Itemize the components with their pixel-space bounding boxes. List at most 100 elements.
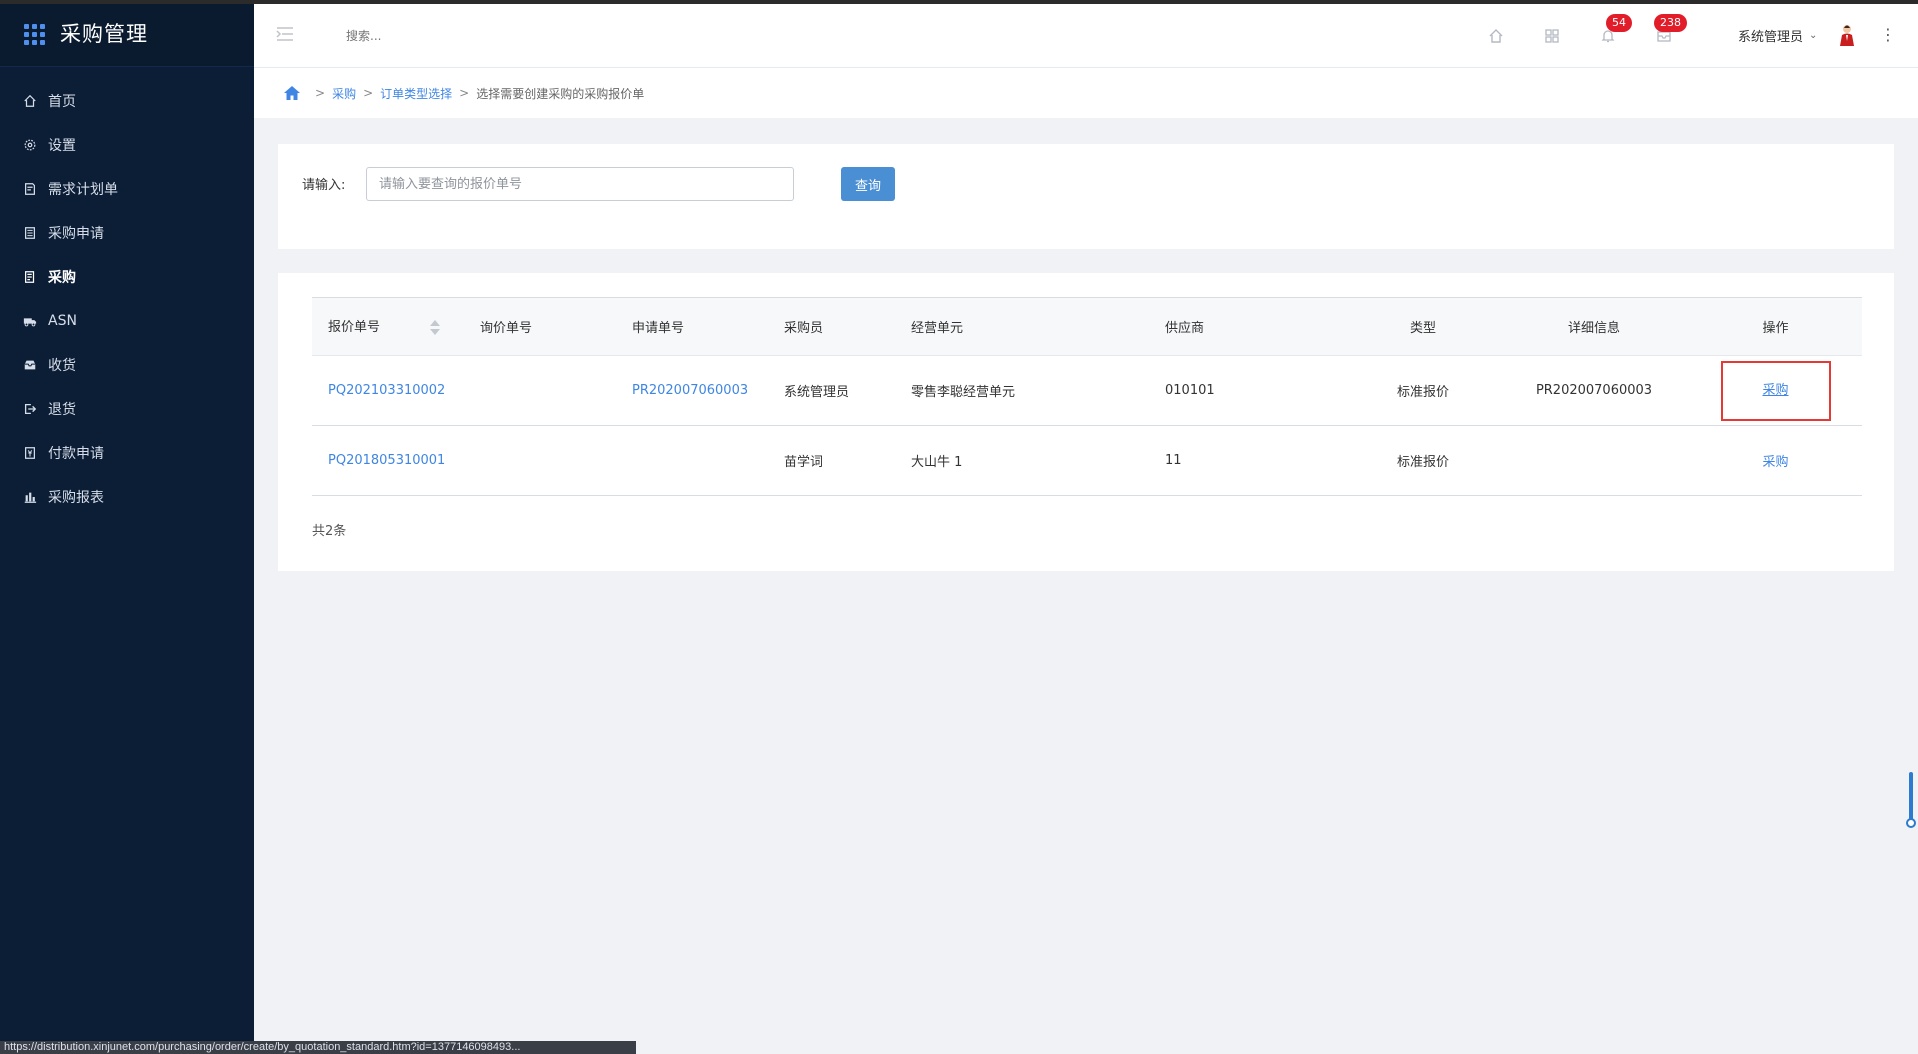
more-vertical-icon[interactable]: ⋮ [1880, 26, 1896, 46]
avatar[interactable] [1838, 23, 1856, 47]
sidebar-item-label: 付款申请 [48, 446, 104, 462]
notifications-badge: 54 [1606, 14, 1632, 32]
breadcrumb-order-type[interactable]: 订单类型选择 [380, 85, 452, 102]
sidebar-item-settings[interactable]: 设置 [0, 123, 254, 167]
app-title: 采购管理 [60, 22, 148, 46]
quote-no-link[interactable]: PQ202103310002 [312, 355, 464, 426]
payment-icon [22, 445, 38, 461]
sidebar-item-asn[interactable]: ASN [0, 299, 254, 343]
sidebar-item-return[interactable]: 退货 [0, 387, 254, 431]
column-header-detail: 详细信息 [1499, 297, 1689, 356]
sidebar-item-purchase-report[interactable]: 采购报表 [0, 475, 254, 519]
quotation-table-panel: 报价单号 询价单号 申请单号 采购员 经营单元 供应商 类型 详细信息 操作 P… [278, 273, 1894, 571]
business-unit-cell: 大山牛 1 [895, 425, 1149, 496]
list-icon [22, 225, 38, 241]
sidebar-item-receive[interactable]: 收货 [0, 343, 254, 387]
quotation-table: 报价单号 询价单号 申请单号 采购员 经营单元 供应商 类型 详细信息 操作 P… [312, 297, 1862, 496]
quote-number-search-input[interactable] [366, 167, 794, 201]
column-header-inquiry-no: 询价单号 [464, 297, 616, 356]
header-search-input[interactable] [346, 24, 546, 48]
column-header-action: 操作 [1689, 297, 1862, 356]
cart-doc-icon [22, 269, 38, 285]
inquiry-no-cell [464, 425, 616, 496]
sidebar-item-label: 采购申请 [48, 226, 104, 242]
breadcrumb-current: 选择需要创建采购的采购报价单 [476, 86, 645, 101]
sidebar-item-label: 采购报表 [48, 490, 104, 506]
column-header-request-no: 申请单号 [616, 297, 768, 356]
status-bar-url: https://distribution.xinjunet.com/purcha… [0, 1041, 636, 1054]
search-panel: 请输入: 查询 [278, 144, 1894, 249]
purchase-action-link[interactable]: 采购 [1762, 383, 1788, 398]
column-header-buyer: 采购员 [768, 297, 895, 356]
detail-cell [1499, 425, 1689, 496]
sidebar-item-purchase-request[interactable]: 采购申请 [0, 211, 254, 255]
home-icon[interactable] [284, 86, 300, 100]
breadcrumb: > 采购 > 订单类型选择 > 选择需要创建采购的采购报价单 [254, 68, 1918, 118]
request-no-link[interactable] [616, 425, 768, 496]
breadcrumb-separator: > [459, 86, 470, 100]
sidebar-item-label: 设置 [48, 138, 76, 154]
sidebar-item-label: 首页 [48, 94, 76, 110]
sidebar-item-label: 采购 [48, 270, 76, 286]
request-no-link[interactable]: PR202007060003 [616, 355, 768, 426]
purchase-action-link[interactable]: 采购 [1762, 455, 1788, 470]
sidebar: 采购管理 首页 设置 需求计划单 采购申请 采购 ASN 收货 退货 付款申请 … [0, 0, 254, 1054]
business-unit-cell: 零售李聪经营单元 [895, 355, 1149, 426]
action-cell: 采购 [1689, 425, 1862, 496]
column-header-type: 类型 [1347, 297, 1499, 356]
table-row: PQ201805310001 苗学词 大山牛 1 11 标准报价 采购 [312, 425, 1862, 496]
sidebar-item-demand-plan[interactable]: 需求计划单 [0, 167, 254, 211]
column-header-supplier: 供应商 [1149, 297, 1347, 356]
sidebar-item-label: 收货 [48, 358, 76, 374]
home-icon [22, 93, 38, 109]
sidebar-item-label: 需求计划单 [48, 182, 118, 198]
return-icon [22, 401, 38, 417]
column-header-quote-no[interactable]: 报价单号 [312, 297, 464, 356]
home-icon[interactable] [1486, 26, 1506, 46]
buyer-cell: 系统管理员 [768, 355, 895, 426]
truck-icon [22, 313, 38, 329]
chevron-down-icon: ⌄ [1809, 30, 1818, 41]
table-row: PQ202103310002 PR202007060003 系统管理员 零售李聪… [312, 355, 1862, 426]
inbox-icon [22, 357, 38, 373]
detail-cell: PR202007060003 [1499, 355, 1689, 426]
app-logo[interactable]: 采购管理 [0, 0, 254, 67]
type-cell: 标准报价 [1347, 425, 1499, 496]
apps-grid-icon [24, 22, 46, 45]
breadcrumb-separator: > [315, 86, 326, 100]
buyer-cell: 苗学词 [768, 425, 895, 496]
messages-badge: 238 [1654, 14, 1687, 32]
breadcrumb-purchase[interactable]: 采购 [332, 85, 356, 102]
quote-no-link[interactable]: PQ201805310001 [312, 425, 464, 496]
sidebar-item-label: ASN [48, 313, 77, 329]
column-header-label: 报价单号 [328, 320, 381, 336]
inquiry-no-cell [464, 355, 616, 426]
window-top-edge [0, 0, 1918, 4]
sidebar-item-label: 退货 [48, 402, 76, 418]
search-label: 请输入: [302, 178, 346, 193]
user-name: 系统管理员 [1738, 30, 1804, 45]
document-icon [22, 181, 38, 197]
sidebar-item-payment-request[interactable]: 付款申请 [0, 431, 254, 475]
action-cell: 采购 [1689, 355, 1862, 426]
sidebar-nav: 首页 设置 需求计划单 采购申请 采购 ASN 收货 退货 付款申请 采购报表 [0, 79, 254, 519]
column-header-business-unit: 经营单元 [895, 297, 1149, 356]
supplier-cell: 010101 [1149, 355, 1347, 426]
menu-toggle-icon[interactable] [276, 26, 294, 42]
highlight-box: 采购 [1720, 360, 1831, 421]
bar-chart-icon [22, 489, 38, 505]
breadcrumb-separator: > [363, 86, 374, 100]
top-header: 54 238 系统管理员 ⌄ ⋮ [254, 4, 1918, 68]
user-menu[interactable]: 系统管理员 ⌄ [1738, 26, 1817, 45]
scroll-indicator[interactable] [1906, 772, 1916, 828]
gear-icon [22, 137, 38, 153]
type-cell: 标准报价 [1347, 355, 1499, 426]
sidebar-item-purchase[interactable]: 采购 [0, 255, 254, 299]
query-button[interactable]: 查询 [841, 167, 895, 201]
apps-icon[interactable] [1542, 26, 1562, 46]
total-count: 共2条 [312, 524, 347, 539]
sort-icon[interactable] [430, 319, 441, 337]
supplier-cell: 11 [1149, 425, 1347, 496]
table-header-row: 报价单号 询价单号 申请单号 采购员 经营单元 供应商 类型 详细信息 操作 [312, 297, 1862, 356]
sidebar-item-home[interactable]: 首页 [0, 79, 254, 123]
